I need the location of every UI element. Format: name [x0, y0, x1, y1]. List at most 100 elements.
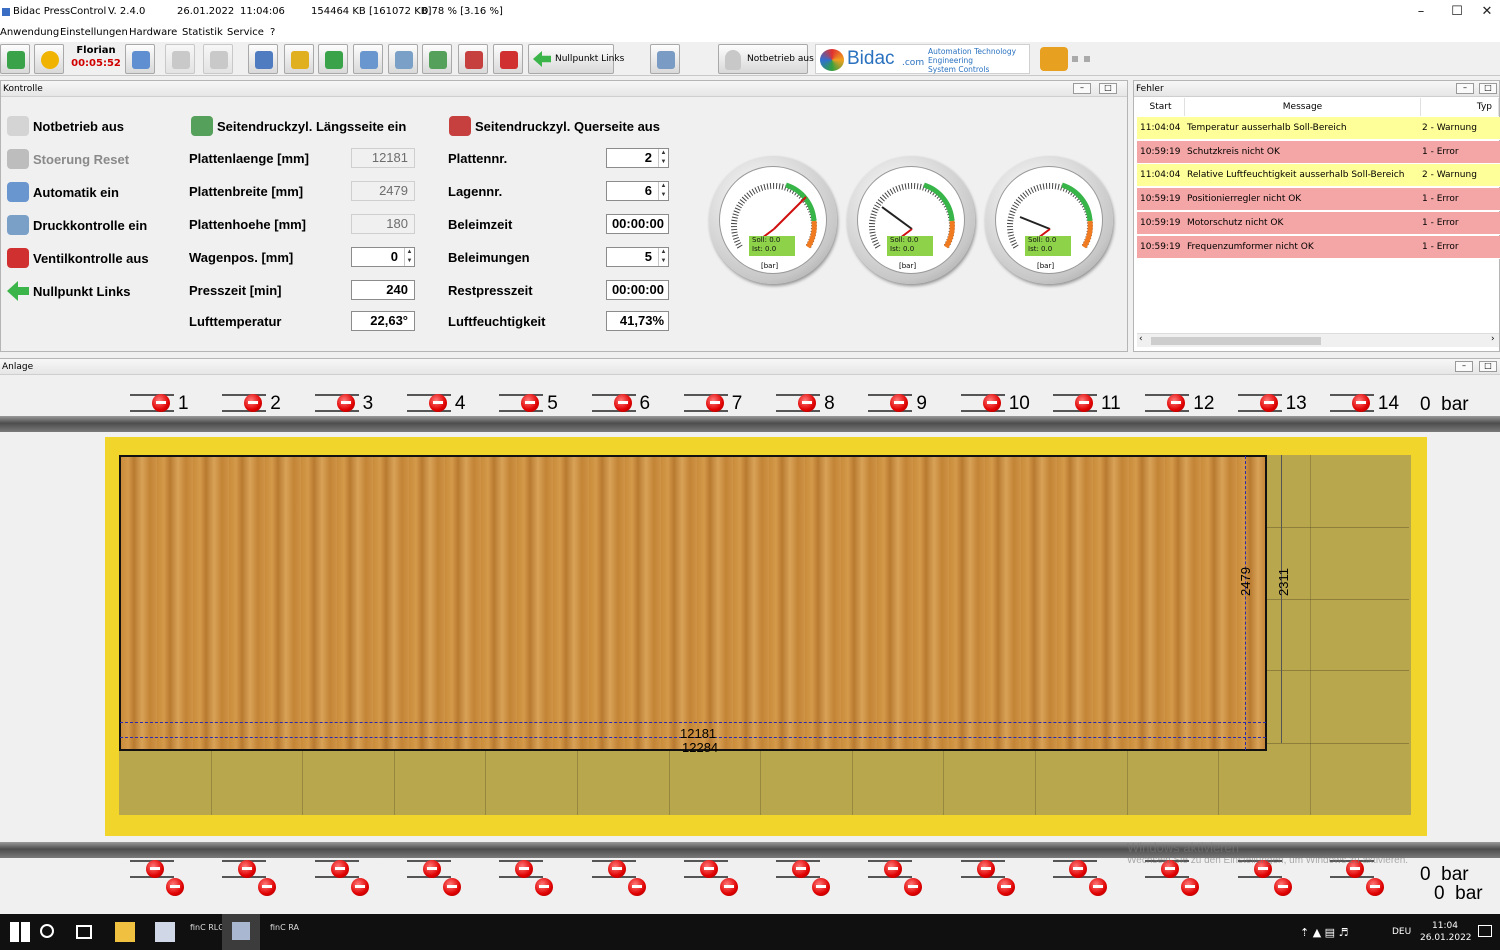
logout-button[interactable] — [0, 44, 30, 74]
clock[interactable]: 11:04 26.01.2022 — [1420, 920, 1472, 944]
language-indicator[interactable]: DEU — [1392, 927, 1411, 937]
cylinder-top[interactable]: 4 — [405, 390, 471, 418]
querseite-toggle[interactable]: Seitendruckzyl. Querseite aus — [449, 115, 660, 137]
panel-restore-button[interactable]: □ — [1479, 361, 1497, 372]
cylinder-top[interactable]: 6 — [590, 390, 656, 418]
column-typ[interactable]: Typ — [1421, 98, 1499, 116]
cylinder-top[interactable]: 9 — [866, 390, 932, 418]
edit-button[interactable] — [284, 44, 314, 74]
cylinder-top[interactable]: 14 — [1328, 390, 1399, 418]
cylinder-bottom[interactable] — [405, 856, 465, 900]
menu-hardware[interactable]: Hardware — [129, 27, 177, 38]
app-finc-ra[interactable]: finC RA — [270, 923, 299, 932]
fehler-row[interactable]: 10:59:19 Positionierregler nicht OK 1 - Er… — [1137, 188, 1500, 212]
close-button[interactable]: ✕ — [1474, 3, 1500, 21]
scroll-right-icon[interactable]: › — [1491, 334, 1495, 344]
notification-icon[interactable] — [1478, 925, 1492, 937]
cylinder-bottom[interactable] — [682, 856, 742, 900]
menu-service[interactable]: Service — [227, 27, 264, 38]
nullpunkt-action[interactable]: Nullpunkt Links — [7, 280, 131, 302]
ventilkontrolle-action[interactable]: Ventilkontrolle aus — [7, 247, 149, 269]
menu-statistik[interactable]: Statistik — [182, 27, 223, 38]
cylinder-bottom[interactable] — [774, 856, 834, 900]
task-view-icon[interactable] — [76, 925, 92, 939]
column-start[interactable]: Start — [1137, 98, 1185, 116]
windows-start-icon[interactable] — [10, 922, 30, 942]
fehler-row[interactable]: 11:04:04 Temperatur ausserhalb Soll-Berei… — [1137, 117, 1500, 140]
spin-arrows-icon[interactable]: ▲ ▼ — [404, 248, 414, 266]
automatik-action[interactable]: Automatik ein — [7, 181, 119, 203]
cylinder-bottom[interactable] — [590, 856, 650, 900]
plattennr-stepper[interactable]: 2 ▲ ▼ — [606, 148, 669, 168]
nullpunkt-links-button[interactable]: Nullpunkt Links — [528, 44, 624, 74]
lagennr-value: 6 — [644, 183, 652, 198]
notbetrieb-button[interactable]: Notbetrieb aus — [718, 44, 814, 74]
search-icon[interactable] — [40, 924, 54, 938]
cylinder-top[interactable]: 7 — [682, 390, 748, 418]
beleimungen-stepper[interactable]: 5 ▲ ▼ — [606, 247, 669, 267]
cat-icon[interactable] — [1040, 47, 1068, 71]
wagenpos-stepper[interactable]: 0 ▲ ▼ — [351, 247, 415, 267]
menu-einstellungen[interactable]: Einstellungen — [60, 27, 128, 38]
users-button[interactable] — [125, 44, 155, 74]
panel-minimize-button[interactable]: – — [1455, 361, 1473, 372]
notbetrieb-action[interactable]: Notbetrieb aus — [7, 115, 124, 137]
laengsseite-toggle[interactable]: Seitendruckzyl. Längsseite ein — [191, 115, 406, 137]
lagennr-stepper[interactable]: 6 ▲ ▼ — [606, 181, 669, 201]
spin-arrows-icon[interactable]: ▲ ▼ — [658, 248, 668, 266]
cursor-button[interactable] — [248, 44, 278, 74]
tool-button-disabled-1[interactable] — [165, 44, 195, 74]
cylinder-bottom[interactable] — [1051, 856, 1111, 900]
fehler-row[interactable]: 11:04:04 Relative Luftfeuchtigkeit ausser… — [1137, 164, 1500, 188]
automatic-button[interactable] — [353, 44, 383, 74]
cylinder-long-button[interactable] — [422, 44, 452, 74]
user-button[interactable] — [34, 44, 64, 74]
file-explorer-icon[interactable] — [115, 922, 135, 942]
cylinder-bottom[interactable] — [866, 856, 926, 900]
valve-button[interactable] — [493, 44, 523, 74]
cylinder-top[interactable]: 5 — [497, 390, 563, 418]
scroll-left-icon[interactable]: ‹ — [1139, 334, 1143, 344]
spin-arrows-icon[interactable]: ▲ ▼ — [658, 182, 668, 200]
menu-help[interactable]: ? — [270, 27, 275, 38]
cylinder-top[interactable]: 1 — [128, 390, 194, 418]
column-message[interactable]: Message — [1185, 98, 1421, 116]
horizontal-scrollbar[interactable]: ‹ › — [1137, 333, 1499, 347]
fehler-row[interactable]: 10:59:19 Frequenzumformer nicht OK 1 - Err… — [1137, 235, 1500, 259]
druckkontrolle-action[interactable]: Druckkontrolle ein — [7, 214, 147, 236]
tray-icons[interactable]: ⇡ ▲ ▤ ♬ — [1300, 926, 1348, 939]
panel-restore-button[interactable]: □ — [1479, 83, 1497, 94]
cylinder-top[interactable]: 8 — [774, 390, 840, 418]
panel-minimize-button[interactable]: – — [1456, 83, 1474, 94]
pressure-control-button[interactable] — [388, 44, 418, 74]
cylinder-bottom[interactable] — [128, 856, 188, 900]
report-button[interactable] — [650, 44, 680, 74]
cylinder-top[interactable]: 13 — [1236, 390, 1307, 418]
maximize-button[interactable]: ☐ — [1444, 3, 1470, 21]
panel-minimize-button[interactable]: – — [1073, 83, 1091, 94]
panel-restore-button[interactable]: □ — [1099, 83, 1117, 94]
cylinder-top[interactable]: 10 — [959, 390, 1030, 418]
notepad-icon[interactable] — [155, 922, 175, 942]
tool-button-disabled-2[interactable] — [203, 44, 233, 74]
fehler-row[interactable]: 10:59:19 Schutzkreis nicht OK 1 - Error — [1137, 140, 1500, 164]
active-app-presscontrol[interactable] — [222, 914, 260, 950]
stoerung-reset-action[interactable]: Stoerung Reset — [7, 148, 129, 170]
app-finc-rlg[interactable]: finC RLG — [190, 923, 224, 932]
cylinder-bottom[interactable] — [959, 856, 1019, 900]
reset-button[interactable] — [318, 44, 348, 74]
scrollbar-thumb[interactable] — [1151, 337, 1321, 345]
minimize-button[interactable]: – — [1408, 3, 1434, 21]
cylinder-top[interactable]: 3 — [313, 390, 379, 418]
cylinder-top[interactable]: 11 — [1051, 390, 1121, 418]
presszeit-field[interactable]: 240 — [351, 280, 415, 300]
cylinder-bottom[interactable] — [313, 856, 373, 900]
fehler-row[interactable]: 10:59:19 Motorschutz nicht OK 1 - Error — [1137, 211, 1500, 235]
cylinder-cross-button[interactable] — [458, 44, 488, 74]
spin-arrows-icon[interactable]: ▲ ▼ — [658, 149, 668, 167]
cylinder-top[interactable]: 2 — [220, 390, 286, 418]
menu-anwendung[interactable]: Anwendung — [0, 27, 59, 38]
cylinder-bottom[interactable] — [220, 856, 280, 900]
cylinder-top[interactable]: 12 — [1143, 390, 1214, 418]
cylinder-bottom[interactable] — [497, 856, 557, 900]
